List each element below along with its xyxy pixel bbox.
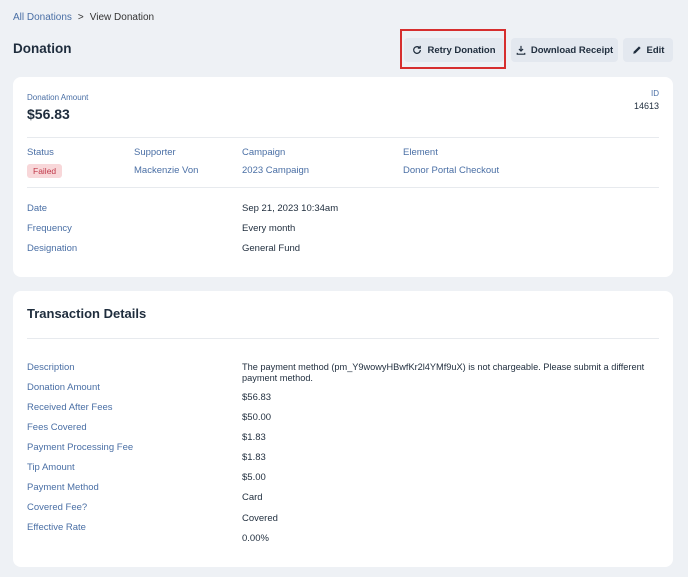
processing-fee-label: Payment Processing Fee [27, 442, 134, 453]
frequency-value: Every month [242, 223, 296, 234]
supporter-link[interactable]: Mackenzie Von [134, 165, 198, 176]
received-after-fees-label: Received After Fees [27, 402, 113, 413]
payment-method-label: Payment Method [27, 482, 99, 493]
breadcrumb: All Donations > View Donation [13, 12, 154, 23]
id-value: 14613 [633, 101, 659, 111]
campaign-label: Campaign [242, 147, 286, 158]
edit-label: Edit [646, 44, 665, 56]
divider [27, 338, 659, 339]
divider [27, 187, 659, 188]
description-value: The payment method (pm_Y9wowyHBwfKr2l4YM… [242, 362, 645, 383]
date-label: Date [27, 203, 48, 214]
date-value: Sep 21, 2023 10:34am [242, 203, 339, 214]
element-link[interactable]: Donor Portal Checkout [403, 165, 499, 176]
designation-value: General Fund [242, 243, 301, 254]
donation-amount-value: $56.83 [27, 106, 70, 122]
edit-button[interactable]: Edit [623, 38, 673, 62]
donation-summary-card: Donation Amount $56.83 ID 14613 Status F… [13, 77, 673, 277]
download-receipt-label: Download Receipt [530, 44, 614, 56]
covered-fee-label: Covered Fee? [27, 502, 88, 513]
divider [27, 137, 659, 138]
pencil-icon [632, 46, 641, 54]
status-label: Status [27, 147, 54, 158]
breadcrumb-current: View Donation [89, 12, 155, 23]
designation-label: Designation [27, 243, 78, 254]
download-icon [516, 45, 526, 55]
tip-amount-label: Tip Amount [27, 462, 75, 473]
effective-rate-label: Effective Rate [27, 522, 86, 533]
breadcrumb-separator: > [77, 12, 84, 23]
transaction-details-title: Transaction Details [27, 306, 147, 321]
tip-amount-value: $5.00 [242, 472, 266, 483]
transaction-details-card: Transaction Details Description The paym… [13, 291, 673, 567]
donation-amount-row-value: $56.83 [242, 392, 272, 403]
retry-highlight-box [400, 29, 506, 69]
processing-fee-value: $1.83 [242, 452, 266, 463]
id-label: ID [651, 89, 659, 98]
breadcrumb-all-donations[interactable]: All Donations [13, 12, 72, 23]
download-receipt-button[interactable]: Download Receipt [511, 38, 618, 62]
covered-fee-value: Covered [242, 513, 278, 524]
campaign-link[interactable]: 2023 Campaign [242, 165, 309, 176]
frequency-label: Frequency [27, 223, 72, 234]
donation-amount-row-label: Donation Amount [27, 382, 100, 393]
donation-amount-label: Donation Amount [27, 93, 89, 102]
fees-covered-value: $1.83 [242, 432, 266, 443]
effective-rate-value: 0.00% [242, 533, 269, 544]
payment-method-value: Card [242, 492, 263, 503]
description-label: Description [27, 362, 75, 373]
fees-covered-label: Fees Covered [27, 422, 87, 433]
supporter-label: Supporter [134, 147, 176, 158]
element-label: Element [403, 147, 438, 158]
page-title: Donation [13, 41, 72, 56]
status-badge: Failed [27, 164, 63, 178]
received-after-fees-value: $50.00 [242, 412, 272, 423]
